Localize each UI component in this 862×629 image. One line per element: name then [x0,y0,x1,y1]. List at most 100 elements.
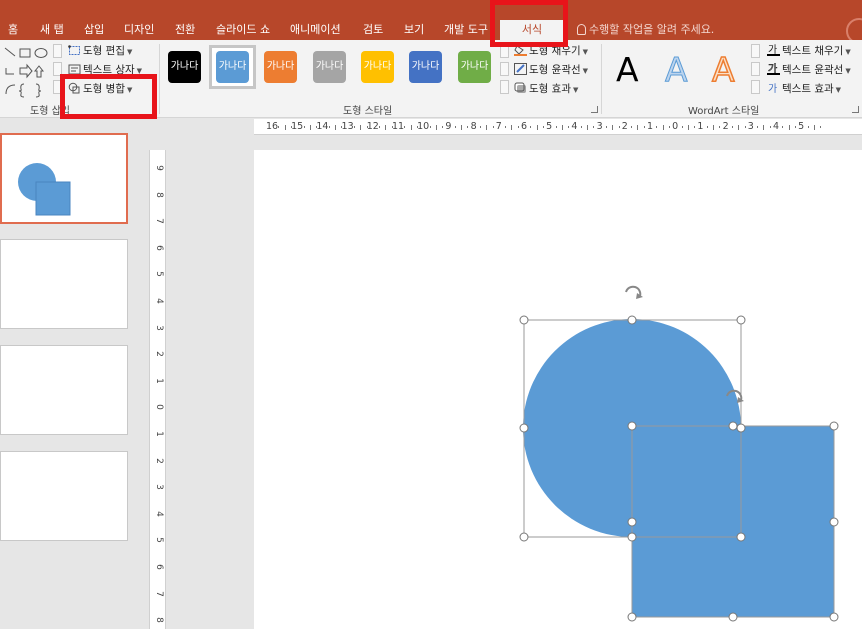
h-ruler-label: 2 [621,121,628,132]
wordart-scroll-down[interactable] [751,62,760,76]
tab-view[interactable]: 보기 [404,20,424,40]
h-ruler-tick [612,125,614,130]
tab-home[interactable]: 홈 [8,20,18,40]
h-ruler-label: 15 [291,121,304,132]
tab-new-tab[interactable]: 새 탭 [40,20,64,40]
style-swatch-dark-blue[interactable]: 가나다 [409,51,442,83]
wordart-scroll-up[interactable] [751,44,760,58]
style-swatch-green[interactable]: 가나다 [458,51,491,83]
h-ruler-label: 7 [495,121,502,132]
h-ruler-tick [681,126,683,128]
shape-styles-launcher-icon[interactable] [591,106,598,113]
text-effects-label: 텍스트 효과 [782,83,834,95]
v-ruler-label: 4 [154,298,164,304]
h-ruler-tick [713,125,714,130]
h-ruler-tick [517,126,519,128]
h-ruler-tick [435,125,437,130]
tab-slide-show[interactable]: 슬라이드 쇼 [216,20,270,40]
h-ruler-tick [461,125,462,130]
v-ruler-label: 8 [154,191,164,198]
h-ruler-label: 10 [417,121,430,132]
h-ruler-label: 3 [596,121,603,132]
svg-text:가: 가 [768,83,777,94]
shape-outline-button[interactable]: 도형 윤곽선 ▼ [514,61,588,79]
h-ruler-tick [637,125,639,130]
tab-animations[interactable]: 애니메이션 [290,20,341,40]
style-swatch-black[interactable]: 가나다 [168,51,201,83]
h-ruler-label: 12 [366,121,379,132]
edit-shape-button[interactable]: 도형 편집 ▼ [68,42,132,60]
text-effects-button[interactable]: 가 텍스트 효과 ▼ [767,80,841,98]
edit-shape-icon [68,45,80,55]
tell-me-search[interactable]: 수행할 작업을 알려 주세요. [577,20,714,40]
h-ruler-tick [794,126,796,128]
h-ruler-tick [505,126,507,128]
h-ruler-tick [668,126,670,128]
v-ruler-label: 3 [154,324,164,331]
slide-thumbnail-4[interactable] [0,451,128,541]
h-ruler-tick [360,125,362,130]
v-ruler-label: 4 [154,510,164,517]
style-more[interactable] [500,80,509,94]
h-ruler-tick [568,126,570,128]
h-ruler-tick [335,125,336,130]
gallery-scroll-up[interactable] [53,44,62,58]
style-swatch-orange[interactable]: 가나다 [264,51,297,83]
v-ruler-label: 6 [154,244,164,251]
h-ruler-label: 11 [391,121,405,132]
h-ruler-tick [536,125,538,130]
wordart-more[interactable] [751,80,760,94]
v-ruler-label: 7 [154,218,164,225]
style-scroll-down[interactable] [500,62,509,76]
h-ruler-tick [769,126,771,128]
shape-effects-button[interactable]: 도형 효과 ▼ [514,80,578,98]
h-ruler-tick [706,126,708,128]
h-ruler-tick [643,126,645,128]
h-ruler-label: 3 [747,121,754,132]
style-swatch-gold[interactable]: 가나다 [361,51,394,83]
horizontal-ruler: 16 15 14 13 12 11 10 9 8 7 6 5 4 3 2 1 0 1 2 3 4 5 [254,119,862,135]
h-ruler-label: 1 [697,121,704,132]
v-ruler-label: 2 [154,457,164,464]
v-ruler-label: 3 [154,484,164,491]
square-shape[interactable] [632,426,834,617]
h-ruler-label: 4 [772,121,780,132]
tab-review[interactable]: 검토 [363,20,383,40]
h-ruler-label: 5 [546,121,553,132]
h-ruler-tick [631,126,633,128]
h-ruler-tick [542,126,544,128]
h-ruler-tick [561,125,563,130]
style-swatch-blue[interactable]: 가나다 [216,51,249,83]
style-swatch-gray[interactable]: 가나다 [313,51,346,83]
text-outline-button[interactable]: 가 텍스트 윤곽선 ▼ [767,61,851,79]
shape-effects-icon [514,82,526,93]
h-ruler-tick [379,126,381,128]
slide-canvas[interactable] [254,150,862,629]
tab-design[interactable]: 디자인 [124,20,154,40]
rotate-handle-circle[interactable] [625,285,643,299]
h-ruler-tick [492,126,494,128]
wordart-launcher-icon[interactable] [852,106,859,113]
wordart-style-plain[interactable]: A [616,50,639,90]
tab-insert[interactable]: 삽입 [84,20,104,40]
text-fill-icon: 가 [767,44,780,56]
slide-thumbnail-1[interactable] [0,133,128,224]
wordart-style-blue-outline[interactable]: A [665,50,689,90]
tab-developer[interactable]: 개발 도구 [444,20,488,40]
h-ruler-tick [694,126,696,128]
h-ruler-label: 9 [445,121,452,132]
tab-transitions[interactable]: 전환 [175,20,195,40]
wordart-style-orange-outline[interactable]: A [711,49,735,90]
h-ruler-tick [530,126,532,128]
shape-outline-label: 도형 윤곽선 [529,64,581,76]
text-fill-button[interactable]: 가 텍스트 채우기 ▼ [767,42,851,60]
v-ruler-label: 5 [154,271,164,278]
slide-thumbnail-2[interactable] [0,239,128,329]
v-ruler-label: 2 [154,351,164,358]
slide-thumbnail-3[interactable] [0,345,128,435]
h-ruler-tick [479,126,481,128]
h-ruler-tick [580,126,582,128]
h-ruler-tick [813,125,815,130]
h-ruler-tick [511,125,513,130]
shape-gallery[interactable] [3,44,53,100]
